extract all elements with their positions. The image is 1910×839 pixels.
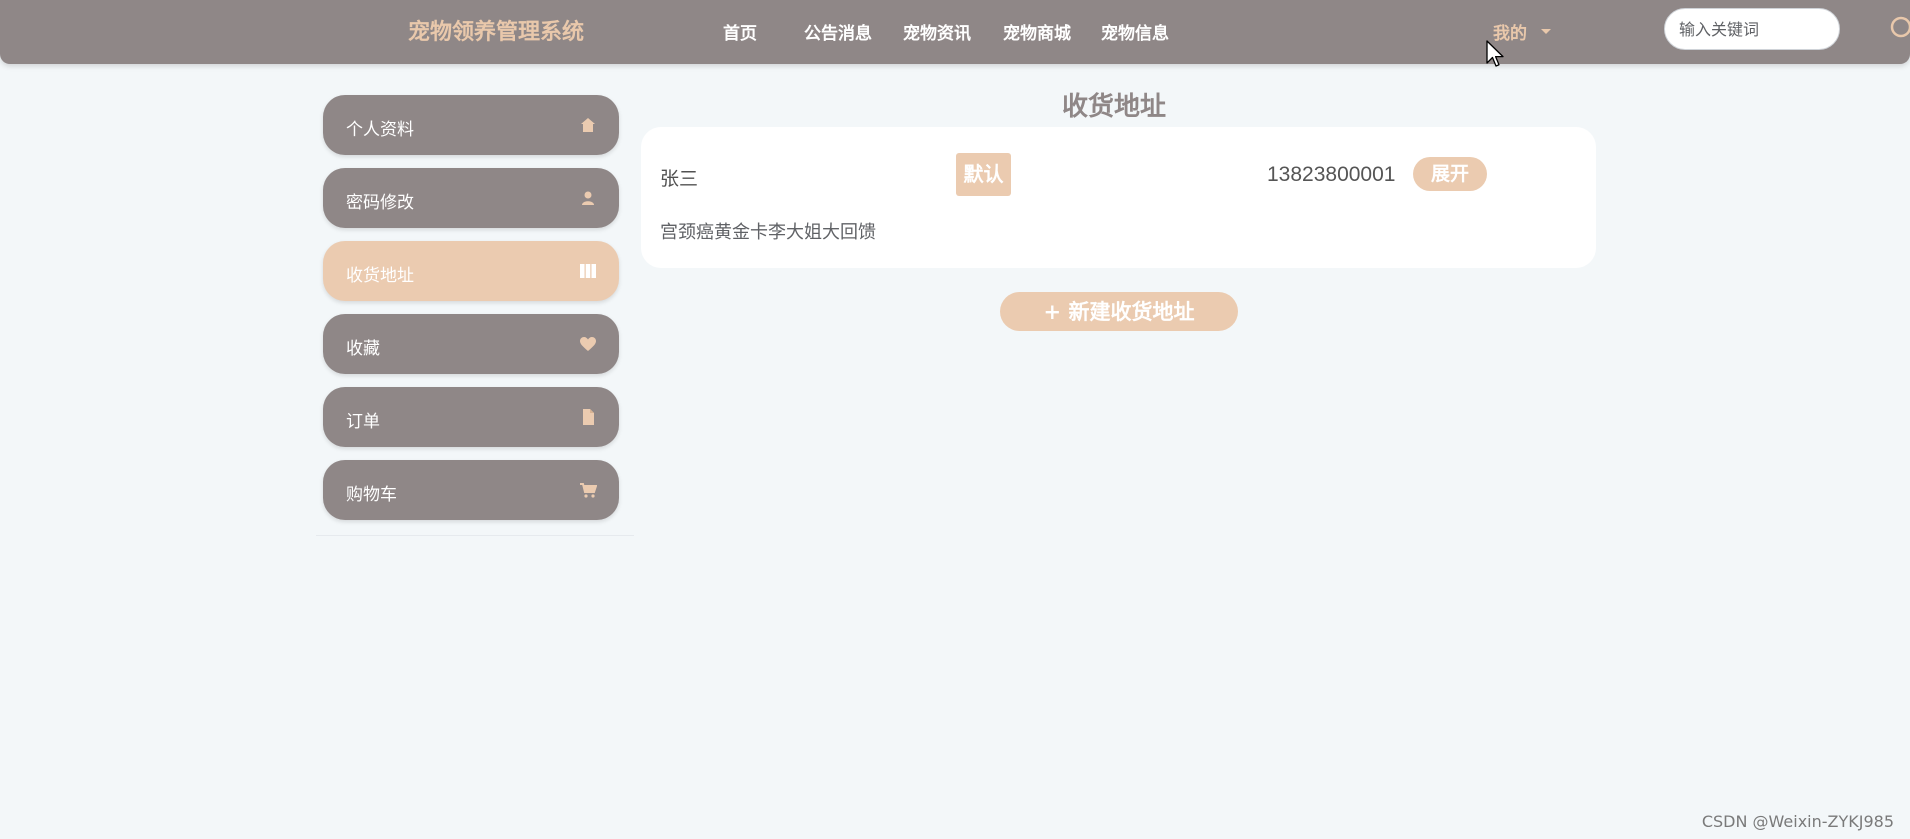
search-input[interactable]	[1664, 8, 1840, 50]
nav-home[interactable]: 首页	[723, 19, 757, 44]
map-icon	[579, 262, 597, 280]
sidebar-item-label: 订单	[346, 412, 380, 432]
sidebar-item-favorites[interactable]: 收藏	[323, 314, 619, 374]
recipient-name: 张三	[660, 168, 699, 190]
sidebar-item-label: 个人资料	[346, 120, 414, 140]
sidebar-item-label: 密码修改	[346, 193, 414, 213]
sidebar-item-profile[interactable]: 个人资料	[323, 95, 619, 155]
sidebar-item-address[interactable]: 收货地址	[323, 241, 619, 301]
sidebar-item-label: 收货地址	[346, 266, 414, 286]
sidebar-item-password[interactable]: 密码修改	[323, 168, 619, 228]
home-icon	[579, 116, 597, 134]
nav-announcements[interactable]: 公告消息	[804, 19, 872, 44]
mouse-cursor-icon	[1486, 40, 1506, 70]
page-title: 收货地址	[1062, 92, 1167, 122]
document-icon	[579, 408, 597, 426]
top-navbar: 宠物领养管理系统 首页 公告消息 宠物资讯 宠物商城 宠物信息 我的	[0, 0, 1910, 64]
sidebar-item-orders[interactable]: 订单	[323, 387, 619, 447]
nav-pet-info[interactable]: 宠物信息	[1101, 19, 1169, 44]
sidebar-item-cart[interactable]: 购物车	[323, 460, 619, 520]
sidebar-item-label: 收藏	[346, 339, 380, 359]
phone-number: 13823800001	[1267, 163, 1396, 186]
nav-pet-mall[interactable]: 宠物商城	[1003, 19, 1071, 44]
watermark: CSDN @Weixin-ZYKJ985	[1701, 812, 1894, 831]
account-sidebar: 个人资料 密码修改 收货地址 收藏 订单 购物车	[316, 95, 634, 536]
cart-icon	[579, 481, 598, 499]
search-icon[interactable]	[1889, 15, 1910, 43]
sidebar-item-label: 购物车	[346, 485, 397, 505]
nav-pet-news[interactable]: 宠物资讯	[903, 19, 971, 44]
address-detail: 宫颈癌黄金卡李大姐大回馈	[660, 222, 876, 243]
default-badge: 默认	[956, 153, 1011, 196]
brand-title: 宠物领养管理系统	[408, 19, 585, 45]
add-address-button[interactable]: + 新建收货地址	[1000, 292, 1238, 331]
caret-down-icon	[1541, 29, 1551, 34]
expand-button[interactable]: 展开	[1413, 157, 1487, 191]
address-card: 张三 默认 13823800001 展开 宫颈癌黄金卡李大姐大回馈	[641, 127, 1596, 268]
user-icon	[579, 189, 597, 207]
heart-icon	[579, 335, 597, 353]
